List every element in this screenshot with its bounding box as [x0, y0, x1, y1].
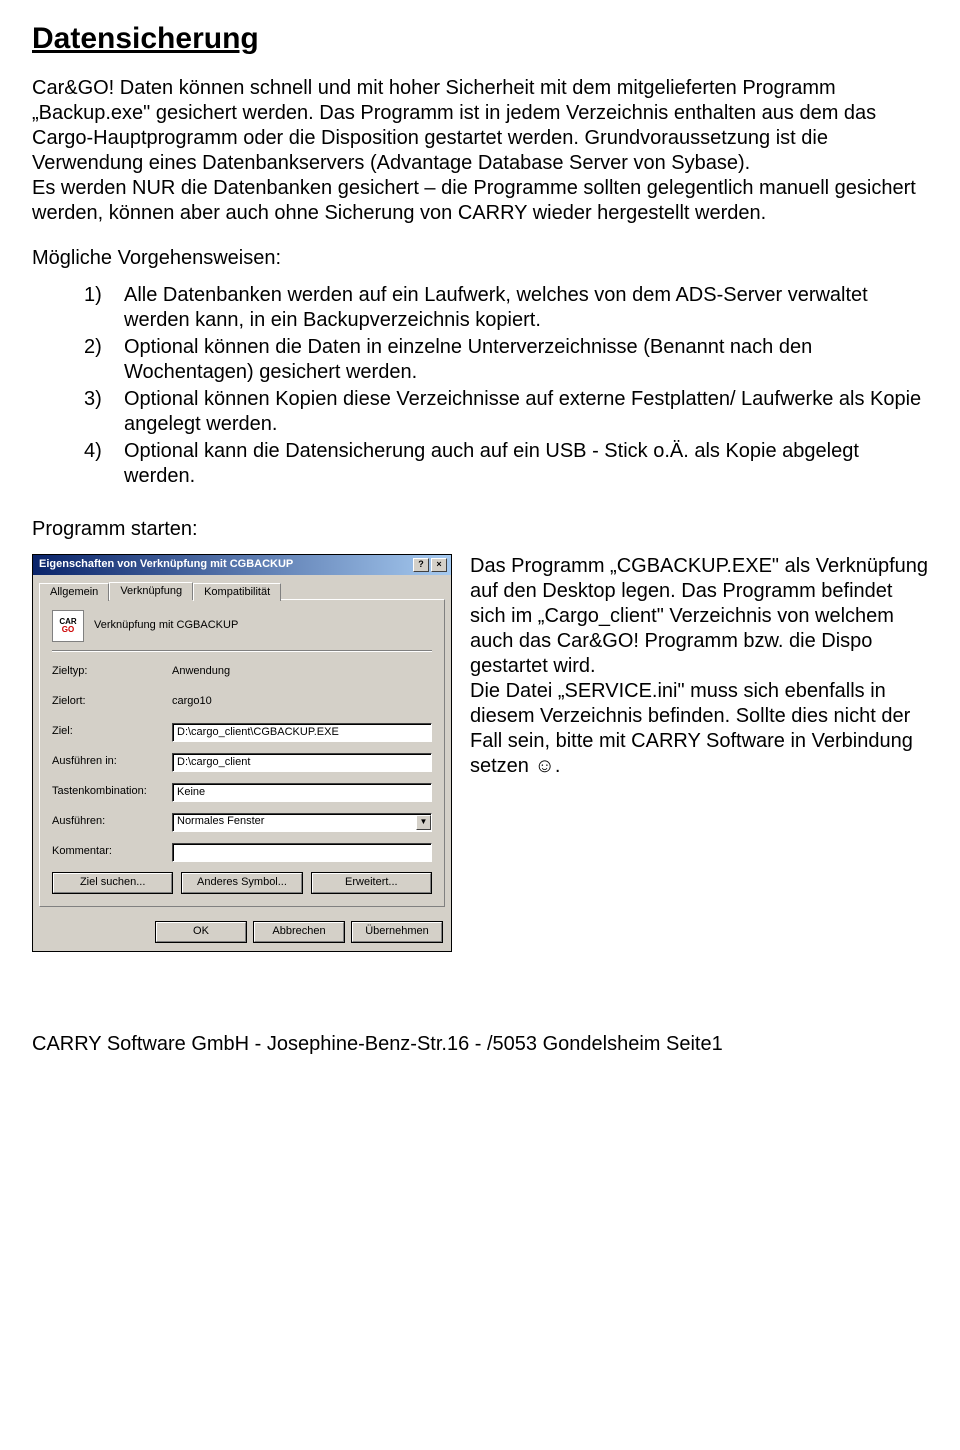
list-item: 3)Optional können Kopien diese Verzeichn… — [84, 387, 932, 437]
link-name: Verknüpfung mit CGBACKUP — [94, 619, 238, 633]
kommentar-input[interactable] — [172, 843, 432, 862]
erweitert-button[interactable]: Erweitert... — [311, 872, 432, 894]
zielort-value: cargo10 — [172, 695, 432, 709]
ziel-input[interactable] — [172, 723, 432, 742]
zielort-label: Zielort: — [52, 695, 172, 709]
start-heading: Programm starten: — [32, 517, 932, 542]
anderes-symbol-button[interactable]: Anderes Symbol... — [181, 872, 302, 894]
ziel-suchen-button[interactable]: Ziel suchen... — [52, 872, 173, 894]
zieltyp-label: Zieltyp: — [52, 665, 172, 679]
tasten-label: Tastenkombination: — [52, 785, 172, 799]
ok-button[interactable]: OK — [155, 921, 247, 943]
tab-allgemein[interactable]: Allgemein — [39, 583, 109, 602]
ausfuehren-select[interactable]: Normales Fenster ▼ — [172, 813, 432, 832]
help-icon[interactable]: ? — [413, 558, 429, 572]
kommentar-label: Kommentar: — [52, 845, 172, 859]
chevron-down-icon[interactable]: ▼ — [416, 815, 431, 830]
zieltyp-value: Anwendung — [172, 665, 432, 679]
list-item: 1)Alle Datenbanken werden auf ein Laufwe… — [84, 283, 932, 333]
app-icon: CARGO — [52, 610, 84, 642]
list-item: 2)Optional können die Daten in einzelne … — [84, 335, 932, 385]
page-title: Datensicherung — [32, 20, 932, 58]
tasten-input[interactable] — [172, 783, 432, 802]
side-text: Das Programm „CGBACKUP.EXE" als Verknüpf… — [470, 554, 932, 779]
tab-strip: Allgemein Verknüpfung Kompatibilität — [33, 575, 451, 600]
properties-dialog: Eigenschaften von Verknüpfung mit CGBACK… — [32, 554, 452, 953]
list-item: 4)Optional kann die Datensicherung auch … — [84, 439, 932, 489]
approaches-list: 1)Alle Datenbanken werden auf ein Laufwe… — [32, 283, 932, 489]
tab-body: CARGO Verknüpfung mit CGBACKUP Zieltyp: … — [39, 599, 445, 907]
dialog-title: Eigenschaften von Verknüpfung mit CGBACK… — [39, 558, 293, 572]
ausfuehren-in-input[interactable] — [172, 753, 432, 772]
intro-text: Car&GO! Daten können schnell und mit hoh… — [32, 76, 932, 226]
approaches-heading: Mögliche Vorgehensweisen: — [32, 246, 932, 271]
titlebar: Eigenschaften von Verknüpfung mit CGBACK… — [33, 555, 451, 575]
uebernehmen-button[interactable]: Übernehmen — [351, 921, 443, 943]
footer: CARRY Software GmbH - Josephine-Benz-Str… — [32, 1032, 932, 1057]
abbrechen-button[interactable]: Abbrechen — [253, 921, 345, 943]
tab-verknuepfung[interactable]: Verknüpfung — [109, 582, 193, 601]
ausfuehren-label: Ausführen: — [52, 815, 172, 829]
ausfuehren-in-label: Ausführen in: — [52, 755, 172, 769]
close-icon[interactable]: × — [431, 558, 447, 572]
intro-paragraph: Car&GO! Daten können schnell und mit hoh… — [32, 76, 932, 226]
tab-kompatibilitaet[interactable]: Kompatibilität — [193, 583, 281, 602]
ziel-label: Ziel: — [52, 725, 172, 739]
